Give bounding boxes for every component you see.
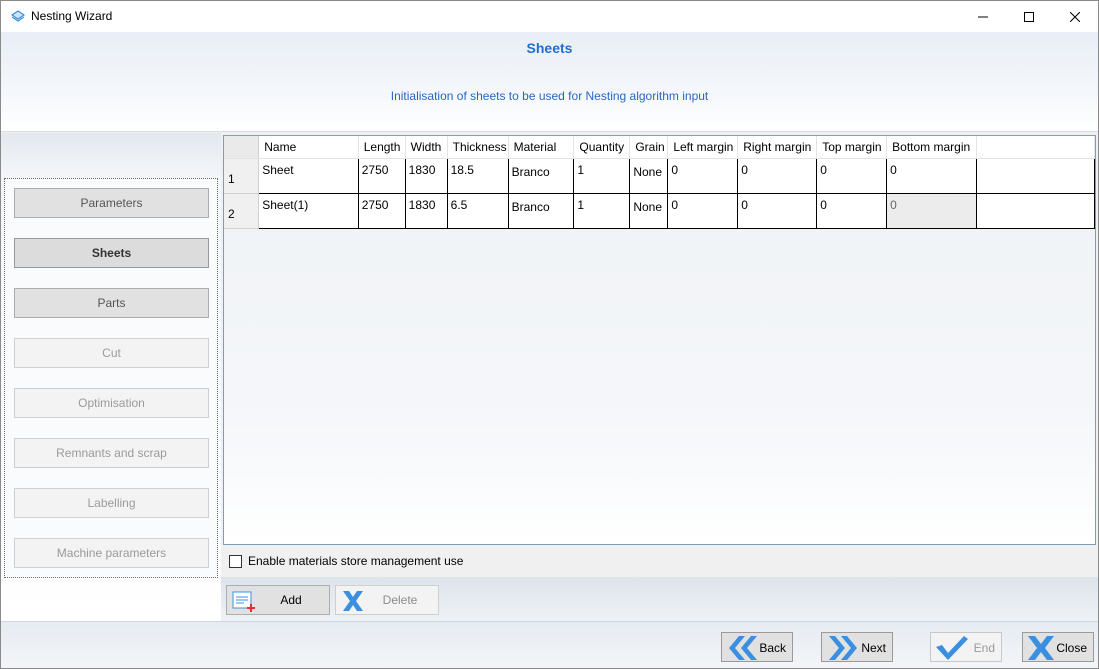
close-x-icon: [1028, 636, 1054, 660]
minimize-button[interactable]: [960, 1, 1006, 32]
cell-quantity[interactable]: 1: [573, 193, 631, 229]
cell-thickness[interactable]: 6.5: [447, 193, 509, 229]
cell-filler: [976, 193, 1095, 229]
close-window-button[interactable]: [1052, 1, 1098, 32]
materials-store-checkbox[interactable]: [229, 554, 242, 568]
column-header[interactable]: Length: [358, 136, 406, 159]
main-panel: Name Length Width Thickness Material Qua…: [221, 133, 1098, 621]
double-chevron-right-icon: [829, 636, 857, 660]
table-row[interactable]: 2 Sheet(1) 2750 1830 6.5 Branco 1 None 0…: [224, 193, 1095, 229]
column-header-filler: [976, 136, 1095, 159]
column-header[interactable]: Material: [508, 136, 575, 159]
cell-top-margin[interactable]: 0: [816, 193, 888, 229]
step-parts[interactable]: Parts: [14, 288, 209, 318]
step-labelling: Labelling: [14, 488, 209, 518]
next-button-label: Next: [861, 641, 886, 655]
cell-width[interactable]: 1830: [405, 193, 448, 229]
cell-left-margin[interactable]: 0: [667, 193, 739, 229]
column-header[interactable]: Bottom margin: [886, 136, 978, 159]
maximize-icon: [1024, 11, 1034, 22]
close-icon: [1070, 11, 1080, 22]
maximize-button[interactable]: [1006, 1, 1052, 32]
step-cut: Cut: [14, 338, 209, 368]
nesting-app-icon: [11, 10, 25, 22]
cell-right-margin[interactable]: 0: [737, 193, 818, 229]
double-chevron-left-icon: [729, 636, 757, 660]
step-sheets[interactable]: Sheets: [14, 238, 209, 268]
cell-top-margin[interactable]: 0: [816, 158, 888, 194]
next-button[interactable]: Next: [821, 632, 893, 662]
column-header[interactable]: Width: [405, 136, 448, 159]
cell-name[interactable]: Sheet: [258, 158, 359, 194]
column-header[interactable]: Thickness: [447, 136, 509, 159]
cell-bottom-margin[interactable]: 0: [886, 158, 978, 194]
step-remnants-and-scrap: Remnants and scrap: [14, 438, 209, 468]
cell-length[interactable]: 2750: [358, 158, 406, 194]
step-optimisation: Optimisation: [14, 388, 209, 418]
title-bar: Nesting Wizard: [1, 1, 1098, 32]
cell-filler: [976, 158, 1095, 194]
minimize-icon: [978, 16, 988, 17]
select-all-corner[interactable]: [224, 136, 260, 159]
back-button-label: Back: [759, 641, 786, 655]
page-subtitle: Initialisation of sheets to be used for …: [390, 89, 709, 103]
table-header-row: Name Length Width Thickness Material Qua…: [224, 136, 1095, 159]
steps-panel: Parameters Sheets Parts Cut Optimisation…: [1, 133, 221, 621]
row-header[interactable]: 2: [224, 193, 260, 229]
wizard-footer: Back Next End Close: [1, 621, 1098, 668]
add-button-label: Add: [280, 593, 302, 607]
column-header[interactable]: Grain: [629, 136, 669, 159]
wizard-header: Sheets Initialisation of sheets to be us…: [1, 32, 1098, 132]
close-button[interactable]: Close: [1022, 632, 1094, 662]
sheets-grid[interactable]: Name Length Width Thickness Material Qua…: [223, 135, 1096, 545]
cell-right-margin[interactable]: 0: [737, 158, 818, 194]
materials-store-option[interactable]: Enable materials store management use: [229, 554, 463, 568]
checkmark-icon: [936, 636, 968, 660]
cell-bottom-margin[interactable]: 0: [886, 193, 978, 229]
cell-width[interactable]: 1830: [405, 158, 448, 194]
materials-store-label[interactable]: Enable materials store management use: [248, 554, 463, 568]
add-sheet-button[interactable]: Add: [226, 585, 330, 615]
cell-left-margin[interactable]: 0: [667, 158, 739, 194]
cell-thickness[interactable]: 18.5: [447, 158, 509, 194]
cell-quantity[interactable]: 1: [573, 158, 631, 194]
cell-length[interactable]: 2750: [358, 193, 406, 229]
table-row[interactable]: 1 Sheet 2750 1830 18.5 Branco 1 None 0 0…: [224, 158, 1095, 194]
delete-button-label: Delete: [382, 593, 418, 607]
sheets-table: Name Length Width Thickness Material Qua…: [224, 136, 1095, 229]
column-header[interactable]: Right margin: [737, 136, 818, 159]
cell-material[interactable]: Branco: [508, 193, 575, 229]
page-title: Sheets: [526, 40, 573, 56]
column-header[interactable]: Left margin: [667, 136, 739, 159]
end-button[interactable]: End: [930, 632, 1002, 662]
cell-name[interactable]: Sheet(1): [258, 193, 359, 229]
column-header[interactable]: Quantity: [573, 136, 631, 159]
cell-material[interactable]: Branco: [508, 158, 575, 194]
column-header[interactable]: Top margin: [816, 136, 888, 159]
cell-grain[interactable]: None: [629, 193, 669, 229]
nesting-wizard-window: Nesting Wizard Sheets Initialisation of …: [0, 0, 1099, 669]
delete-sheet-button[interactable]: Delete: [335, 585, 439, 615]
sheet-toolbar: Add Delete: [221, 577, 1098, 621]
step-machine-parameters: Machine parameters: [14, 538, 209, 568]
end-button-label: End: [973, 641, 995, 655]
close-button-label: Close: [1056, 641, 1087, 655]
window-title: Nesting Wizard: [31, 9, 113, 23]
step-parameters[interactable]: Parameters: [14, 188, 209, 218]
back-button[interactable]: Back: [721, 632, 793, 662]
steps-list: Parameters Sheets Parts Cut Optimisation…: [4, 178, 218, 578]
cell-grain[interactable]: None: [629, 158, 669, 194]
row-header[interactable]: 1: [224, 158, 260, 194]
column-header[interactable]: Name: [258, 136, 359, 159]
